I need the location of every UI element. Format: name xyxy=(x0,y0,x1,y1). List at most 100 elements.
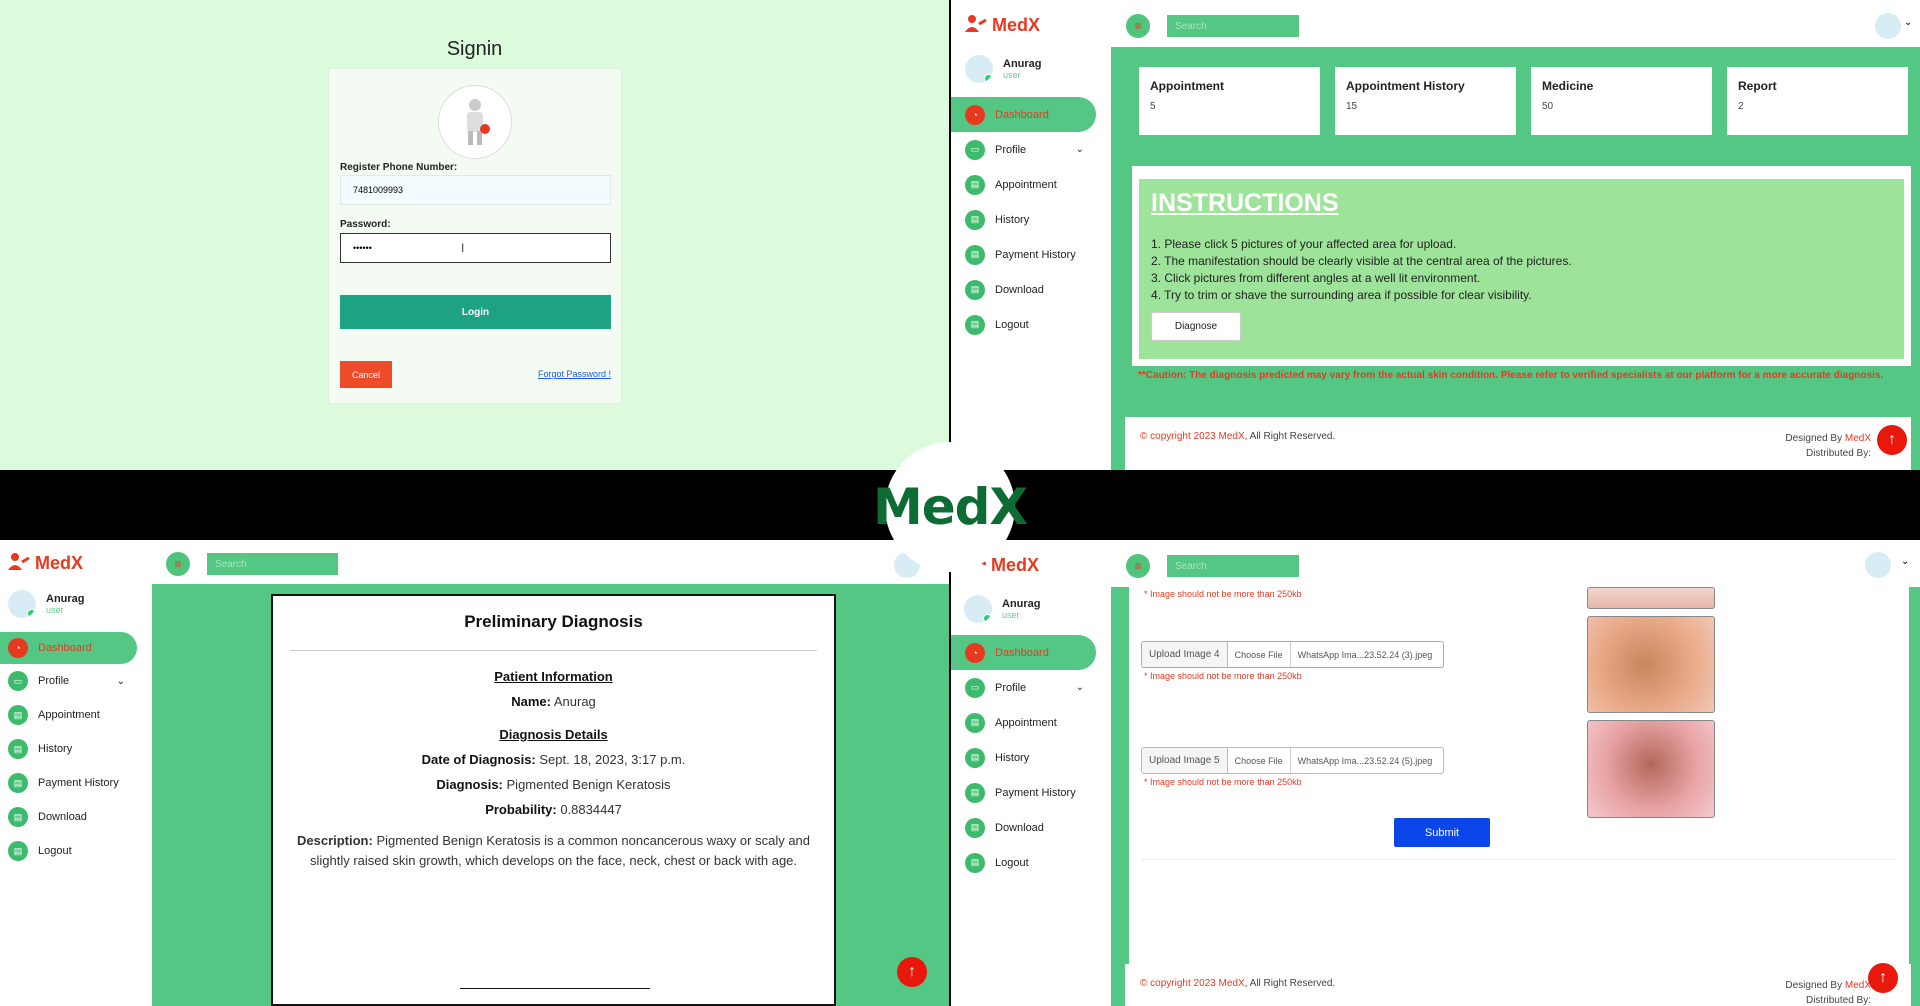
sidebar-item-history[interactable]: ▤ History xyxy=(951,202,1096,237)
cancel-button[interactable]: Cancel xyxy=(340,361,392,388)
user-role: user xyxy=(46,605,64,615)
sidebar-item-logout[interactable]: ▤ Logout xyxy=(0,834,137,868)
diagnose-button[interactable]: Diagnose xyxy=(1151,312,1241,341)
footer: © copyright 2023 MedX, All Right Reserve… xyxy=(1125,964,1911,1006)
stat-card-appointment-history[interactable]: Appointment History 15 xyxy=(1335,67,1516,135)
hamburger-icon[interactable]: ≡ xyxy=(166,552,190,576)
sidebar-item-history[interactable]: ▤ History xyxy=(0,732,137,766)
forgot-password-link[interactable]: Forgot Password ! xyxy=(538,369,611,379)
report-title: Preliminary Diagnosis xyxy=(464,612,643,631)
sidebar-item-profile[interactable]: ▭ Profile ⌄ xyxy=(951,132,1096,167)
login-button[interactable]: Login xyxy=(340,295,611,329)
search-input[interactable]: Search xyxy=(1167,15,1299,37)
sidebar-menu: ◔ Dashboard ▭ Profile ⌄ ▤ Appointment ▤ Histo… xyxy=(0,632,137,868)
designed-brand[interactable]: MedX xyxy=(1845,433,1871,444)
scroll-top-button[interactable]: ↑ xyxy=(897,957,927,987)
sidebar-item-payment-history[interactable]: ▤ Payment History xyxy=(951,237,1096,272)
sidebar-item-dashboard[interactable]: ◔ Dashboard xyxy=(951,635,1096,670)
copyright-suffix: , All Right Reserved. xyxy=(1244,978,1336,989)
sidebar-item-label: History xyxy=(995,751,1030,764)
search-input[interactable]: Search xyxy=(1167,555,1299,577)
sidebar-item-profile[interactable]: ▭ Profile ⌄ xyxy=(951,670,1096,705)
list-icon: ▤ xyxy=(965,209,985,230)
designed-by: Designed By MedX Distributed By: xyxy=(1785,978,1871,1006)
stat-value: 5 xyxy=(1150,101,1156,112)
designed-by: Designed By MedX Distributed By: xyxy=(1785,431,1871,461)
sidebar-item-history[interactable]: ▤ History xyxy=(951,740,1096,775)
phone-input[interactable]: 7481009993 xyxy=(340,175,611,205)
upload-row-5: Upload Image 5 Choose File WhatsApp Ima.… xyxy=(1141,747,1444,774)
instruction-item: 4. Try to trim or shave the surrounding … xyxy=(1151,288,1532,302)
sidebar-item-appointment[interactable]: ▤ Appointment xyxy=(0,698,137,732)
name-value: Anurag xyxy=(553,694,596,709)
chevron-down-icon[interactable]: ⌄ xyxy=(1904,17,1912,28)
sidebar-item-label: Download xyxy=(995,821,1044,834)
instructions-panel: INSTRUCTIONS 1. Please click 5 pictures … xyxy=(1139,179,1904,359)
search-input[interactable]: Search xyxy=(207,553,338,575)
top-user-avatar[interactable] xyxy=(1875,13,1901,39)
brand[interactable]: MedX xyxy=(8,552,83,575)
list-icon: ▤ xyxy=(965,244,985,265)
chevron-down-icon: ⌄ xyxy=(116,675,125,687)
list-icon: ▤ xyxy=(8,807,28,827)
stat-card-appointment[interactable]: Appointment 5 xyxy=(1139,67,1320,135)
sidebar-item-profile[interactable]: ▭ Profile ⌄ xyxy=(0,664,137,698)
sidebar-item-download[interactable]: ▤ Download xyxy=(951,810,1096,845)
sidebar-item-logout[interactable]: ▤ Logout xyxy=(951,307,1096,342)
designed-prefix: Designed By xyxy=(1785,433,1845,444)
top-user-avatar[interactable] xyxy=(1865,552,1891,578)
date-value: Sept. 18, 2023, 3:17 p.m. xyxy=(539,752,686,767)
designed-brand[interactable]: MedX xyxy=(1845,980,1871,991)
list-icon: ▤ xyxy=(965,747,985,768)
user-name: Anurag xyxy=(1003,58,1042,70)
brand-text: MedX xyxy=(992,15,1041,35)
submit-button[interactable]: Submit xyxy=(1394,818,1490,847)
hamburger-icon[interactable]: ≡ xyxy=(1126,14,1150,38)
sidebar-item-label: Dashboard xyxy=(995,646,1049,659)
user-box: Anurag user xyxy=(8,590,85,618)
upload-label: Upload Image 4 xyxy=(1142,642,1228,667)
list-icon: ▤ xyxy=(965,852,985,873)
user-name: Anurag xyxy=(46,593,85,605)
sidebar-item-dashboard[interactable]: ◔ Dashboard xyxy=(0,632,137,664)
stat-card-medicine[interactable]: Medicine 50 xyxy=(1531,67,1712,135)
brand[interactable]: MedX xyxy=(965,14,1040,37)
stat-card-report[interactable]: Report 2 xyxy=(1727,67,1908,135)
choose-file-button[interactable]: Choose File xyxy=(1228,748,1291,773)
user-name: Anurag xyxy=(1002,598,1041,610)
distributed-by: Distributed By: xyxy=(1805,448,1871,459)
sidebar-item-logout[interactable]: ▤ Logout xyxy=(951,845,1096,880)
search-placeholder: Search xyxy=(1175,560,1207,572)
password-input[interactable]: •••••• I xyxy=(340,233,611,263)
sidebar-menu: ◔ Dashboard ▭ Profile ⌄ ▤ Appointment ▤ Histo… xyxy=(951,635,1096,880)
sidebar-item-label: Download xyxy=(995,283,1044,296)
hamburger-icon[interactable]: ≡ xyxy=(1126,554,1150,578)
sidebar-item-label: Payment History xyxy=(995,786,1076,799)
date-label: Date of Diagnosis: xyxy=(421,752,536,767)
sidebar-item-payment-history[interactable]: ▤ Payment History xyxy=(951,775,1096,810)
sidebar-item-download[interactable]: ▤ Download xyxy=(951,272,1096,307)
chevron-down-icon[interactable]: ⌄ xyxy=(1901,556,1909,567)
divider xyxy=(290,650,817,651)
sidebar-item-label: Profile xyxy=(38,675,70,687)
list-icon: ▤ xyxy=(965,174,985,195)
user-avatar xyxy=(964,595,992,623)
sidebar-item-label: Appointment xyxy=(995,178,1057,191)
signin-screen: Signin Register Phone Number: 7481009993… xyxy=(0,0,949,470)
sidebar-item-payment-history[interactable]: ▤ Payment History xyxy=(0,766,137,800)
user-avatar xyxy=(8,590,36,618)
scroll-top-button[interactable]: ↑ xyxy=(1877,425,1907,455)
search-placeholder: Search xyxy=(1175,20,1207,32)
sidebar-item-appointment[interactable]: ▤ Appointment xyxy=(951,705,1096,740)
sidebar-item-appointment[interactable]: ▤ Appointment xyxy=(951,167,1096,202)
copyright-suffix: , All Right Reserved. xyxy=(1244,431,1336,442)
sidebar-menu: ◔ Dashboard ▭ Profile ⌄ ▤ Appointment ▤ Histo… xyxy=(951,97,1096,342)
distributed-by: Distributed By: xyxy=(1805,995,1871,1006)
sidebar-item-dashboard[interactable]: ◔ Dashboard xyxy=(951,97,1096,132)
scroll-top-button[interactable]: ↑ xyxy=(1868,963,1898,993)
upload-label: Upload Image 5 xyxy=(1142,748,1228,773)
patient-info-heading: Patient Information xyxy=(494,669,613,684)
stat-title: Appointment xyxy=(1150,79,1224,93)
choose-file-button[interactable]: Choose File xyxy=(1228,642,1291,667)
sidebar-item-download[interactable]: ▤ Download xyxy=(0,800,137,834)
